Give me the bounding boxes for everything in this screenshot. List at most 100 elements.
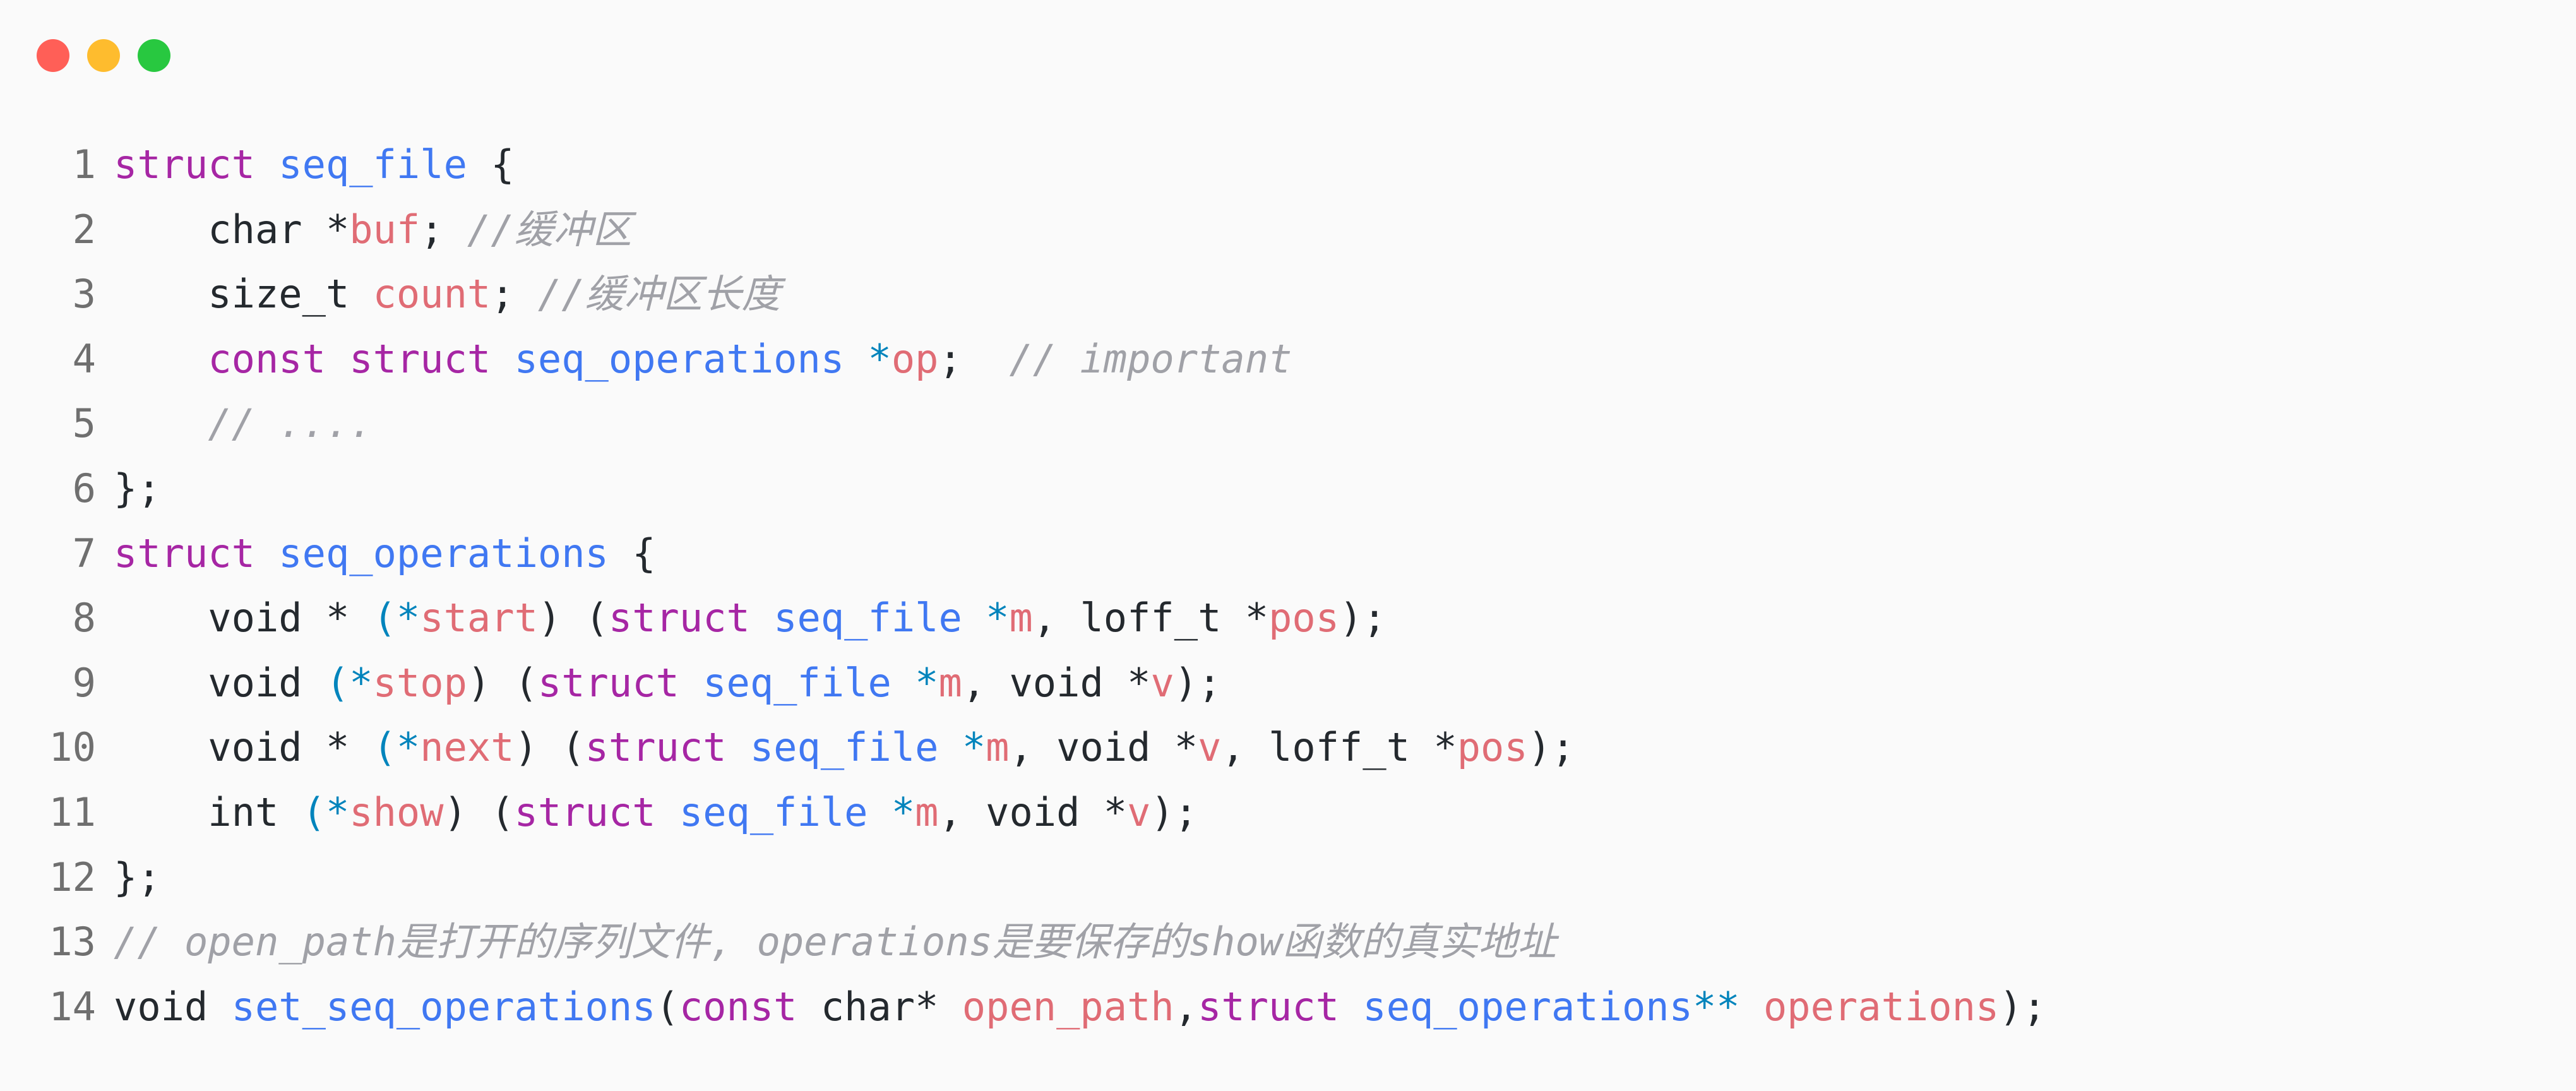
identifier-token: open_path xyxy=(962,983,1174,1030)
code-text: , void * xyxy=(962,659,1151,706)
comment-token: //缓冲区 xyxy=(467,206,632,253)
code-text: ); xyxy=(1339,595,1386,641)
identifier-token: m xyxy=(938,659,962,706)
line-source: }; xyxy=(114,845,161,910)
keyword-token: struct xyxy=(514,789,656,835)
code-text: ); xyxy=(1527,724,1575,771)
operator-token: * xyxy=(915,659,939,706)
operator-token: (* xyxy=(373,595,420,641)
keyword-token: struct xyxy=(1198,983,1340,1030)
line-number: 5 xyxy=(72,400,96,447)
code-line: 8 void * (*start) (struct seq_file *m, l… xyxy=(0,586,2576,651)
operator-token: (* xyxy=(325,659,373,706)
line-number: 8 xyxy=(72,595,96,641)
code-text: , loff_t * xyxy=(1032,595,1269,641)
code-text: { xyxy=(467,141,515,188)
line-number: 13 xyxy=(49,919,96,965)
code-window: 1 struct seq_file {2 char *buf; //缓冲区 3 si… xyxy=(0,0,2576,1091)
code-text: ); xyxy=(1174,659,1222,706)
identifier-token: pos xyxy=(1457,724,1528,771)
line-number: 10 xyxy=(49,724,96,771)
close-window-button[interactable] xyxy=(37,39,69,72)
code-line: 5 // .... xyxy=(0,391,2576,456)
type-token: seq_operations xyxy=(1363,983,1693,1030)
code-line: 12}; xyxy=(0,845,2576,910)
operator-token: * xyxy=(986,595,1010,641)
identifier-token: m xyxy=(986,724,1010,771)
line-source: struct seq_file { xyxy=(114,133,515,198)
code-text: void * xyxy=(114,724,373,771)
line-number: 12 xyxy=(49,854,96,900)
code-line: 14 void set_seq_operations(const char* op… xyxy=(0,975,2576,1040)
code-text: ) ( xyxy=(514,724,585,771)
code-text: { xyxy=(608,530,656,576)
line-number: 9 xyxy=(72,659,96,706)
line-source: // open_path是打开的序列文件, operations是要保存的sho… xyxy=(114,910,1556,975)
type-token: seq_file xyxy=(703,659,891,706)
code-line: 7 struct seq_operations { xyxy=(0,522,2576,587)
code-text: size_t xyxy=(114,271,373,318)
line-number: 2 xyxy=(72,206,96,253)
line-number: 6 xyxy=(72,465,96,511)
code-text: }; xyxy=(114,465,161,511)
line-source: size_t count; //缓冲区长度 xyxy=(114,262,780,327)
code-text: void * xyxy=(114,595,373,641)
line-source: void set_seq_operations(const char* open… xyxy=(114,975,2046,1040)
identifier-token: v xyxy=(1150,659,1174,706)
identifier-token: m xyxy=(915,789,939,835)
identifier-token: pos xyxy=(1268,595,1340,641)
identifier-token: buf xyxy=(349,206,420,253)
keyword-token: const xyxy=(679,983,797,1030)
type-token: seq_file xyxy=(773,595,962,641)
code-line: 11 int (*show) (struct seq_file *m, void… xyxy=(0,780,2576,845)
code-line: 10 void * (*next) (struct seq_file *m, v… xyxy=(0,715,2576,780)
operator-token: * xyxy=(962,724,986,771)
code-text: ); xyxy=(1150,789,1198,835)
code-line: 2 char *buf; //缓冲区 xyxy=(0,198,2576,263)
line-source: // .... xyxy=(114,391,373,456)
keyword-token: struct xyxy=(585,724,727,771)
comment-token: // important xyxy=(1009,335,1292,382)
identifier-token: v xyxy=(1198,724,1222,771)
minimize-window-button[interactable] xyxy=(87,39,120,72)
type-token: seq_file xyxy=(749,724,939,771)
line-number: 14 xyxy=(49,983,96,1030)
line-source: }; xyxy=(114,456,161,522)
code-text: ) ( xyxy=(537,595,609,641)
code-text: , void * xyxy=(1009,724,1198,771)
line-source: struct seq_operations { xyxy=(114,522,656,587)
operator-token: ** xyxy=(1692,983,1740,1030)
identifier-token: m xyxy=(1009,595,1033,641)
code-text: ); xyxy=(1999,983,2046,1030)
zoom-window-button[interactable] xyxy=(138,39,170,72)
keyword-token: struct xyxy=(537,659,679,706)
code-text: ; xyxy=(938,335,1010,382)
line-source: int (*show) (struct seq_file *m, void *v… xyxy=(114,780,1198,845)
identifier-token: show xyxy=(349,789,444,835)
type-token: seq_file xyxy=(278,141,467,188)
code-text: void xyxy=(114,983,232,1030)
code-text: }; xyxy=(114,854,161,900)
code-text: char* xyxy=(797,983,962,1030)
identifier-token: operations xyxy=(1763,983,2000,1030)
identifier-token: v xyxy=(1127,789,1151,835)
type-token: seq_operations xyxy=(278,530,609,576)
code-line: 6}; xyxy=(0,456,2576,522)
line-number: 7 xyxy=(72,530,96,576)
line-source: void * (*next) (struct seq_file *m, void… xyxy=(114,715,1575,780)
identifier-token: start xyxy=(420,595,538,641)
identifier-token: op xyxy=(891,335,939,382)
window-controls xyxy=(37,39,170,72)
keyword-token: struct xyxy=(114,530,255,576)
operator-token: (* xyxy=(302,789,350,835)
code-text: , loff_t * xyxy=(1221,724,1457,771)
